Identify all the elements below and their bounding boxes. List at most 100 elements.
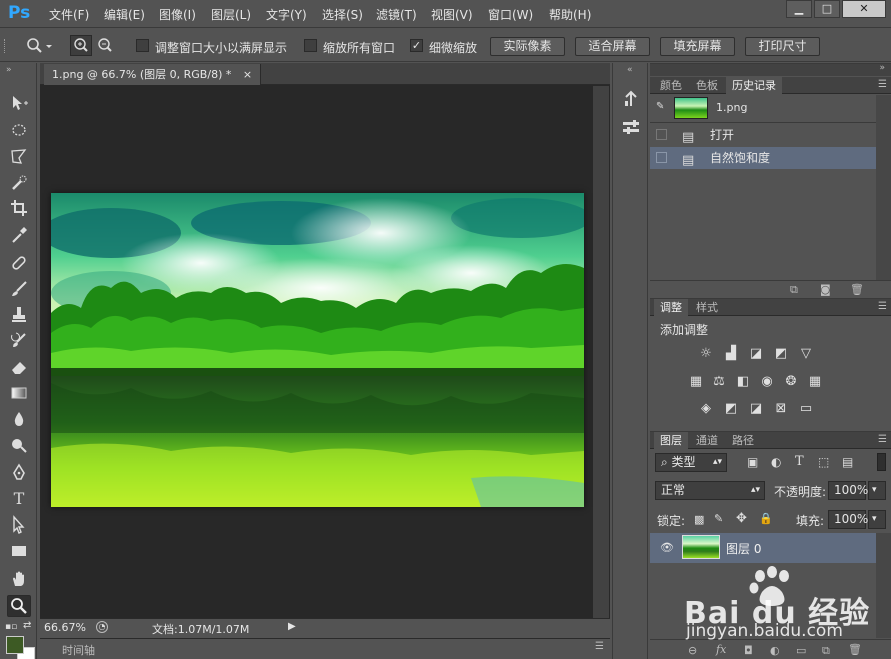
collapse-toolbar-icon[interactable]: » (6, 65, 12, 75)
new-layer-icon[interactable]: ⧉ (822, 644, 830, 658)
fill-slider-toggle-icon[interactable]: ▾ (868, 510, 886, 529)
history-source-checkbox[interactable] (656, 129, 667, 140)
delete-state-trash-icon[interactable]: 🗑 (850, 283, 864, 296)
scrubby-zoom-checkbox[interactable]: ✓ (410, 39, 423, 52)
filter-adjustment-icon[interactable]: ◐ (771, 455, 781, 469)
filter-shape-icon[interactable]: ⬚ (818, 455, 829, 469)
new-snapshot-camera-icon[interactable]: ◙ (820, 283, 831, 296)
blur-tool-icon[interactable] (8, 409, 30, 429)
eyedropper-tool-icon[interactable] (8, 225, 30, 245)
lock-image-brush-icon[interactable]: ✎ (714, 512, 723, 525)
zoom-tool-icon[interactable] (7, 595, 31, 617)
menu-type[interactable]: 文字(Y) (266, 6, 307, 23)
layer-visibility-eye-icon[interactable]: 👁 (660, 541, 674, 554)
invert-icon[interactable]: ◈ (698, 401, 714, 417)
brush-tool-icon[interactable] (8, 279, 30, 299)
color-balance-icon[interactable]: ⚖ (711, 374, 727, 390)
menu-layer[interactable]: 图层(L) (211, 6, 251, 23)
swap-colors-icon[interactable]: ⇄ (23, 620, 31, 631)
zoom-level[interactable]: 66.67% (44, 621, 86, 634)
fit-screen-button[interactable]: 适合屏幕 (575, 37, 650, 56)
maximize-button[interactable]: □ (814, 0, 840, 18)
tab-history[interactable]: 历史记录 (726, 77, 782, 94)
tab-adjustments[interactable]: 调整 (654, 299, 688, 316)
tab-swatches[interactable]: 色板 (690, 77, 724, 94)
menu-window[interactable]: 窗口(W) (488, 6, 533, 23)
brightness-contrast-icon[interactable]: ☼ (698, 346, 714, 362)
clone-stamp-tool-icon[interactable] (8, 305, 30, 325)
history-source-brush-icon[interactable]: ✎ (656, 101, 664, 112)
filter-pixel-icon[interactable]: ▣ (747, 455, 758, 469)
tab-channels[interactable]: 通道 (690, 432, 724, 449)
gradient-tool-icon[interactable] (8, 383, 30, 403)
tab-styles[interactable]: 样式 (690, 299, 724, 316)
move-tool-icon[interactable] (8, 93, 30, 113)
zoom-all-checkbox[interactable] (304, 39, 317, 52)
vibrance-icon[interactable]: ▽ (798, 346, 814, 362)
actual-pixels-button[interactable]: 实际像素 (490, 37, 565, 56)
menu-filter[interactable]: 滤镜(T) (376, 6, 417, 23)
lock-transparent-icon[interactable]: ▩ (694, 513, 704, 526)
marquee-tool-icon[interactable] (8, 120, 30, 140)
filter-type-icon[interactable]: T (795, 454, 804, 469)
adjustments-panel-menu-icon[interactable]: ☰ (878, 301, 887, 312)
hand-tool-icon[interactable] (8, 569, 30, 589)
history-panel-menu-icon[interactable]: ☰ (878, 79, 887, 90)
filter-smart-object-icon[interactable]: ▤ (842, 455, 853, 469)
minimize-button[interactable]: ▁ (786, 0, 812, 18)
resize-windows-checkbox[interactable] (136, 39, 149, 52)
menu-select[interactable]: 选择(S) (322, 6, 363, 23)
pen-tool-icon[interactable] (8, 463, 30, 483)
healing-brush-tool-icon[interactable] (8, 253, 30, 273)
status-menu-arrow-icon[interactable]: ▶ (288, 621, 296, 632)
menu-file[interactable]: 文件(F) (49, 6, 89, 23)
eraser-tool-icon[interactable] (8, 357, 30, 377)
type-tool-icon[interactable]: T (8, 489, 30, 509)
collapse-panels-icon[interactable]: » (879, 63, 885, 73)
hue-saturation-icon[interactable]: ▦ (688, 374, 704, 390)
posterize-icon[interactable]: ◩ (723, 401, 739, 417)
curves-icon[interactable]: ◪ (748, 346, 764, 362)
new-document-from-state-icon[interactable]: ⧉ (790, 283, 798, 297)
levels-icon[interactable]: ▟ (723, 346, 739, 362)
zoom-out-icon[interactable] (95, 36, 115, 58)
status-info-icon[interactable]: ◔ (96, 621, 108, 633)
timeline-menu-icon[interactable]: ☰ (595, 641, 604, 652)
fill-input[interactable]: 100% (828, 510, 868, 529)
opacity-slider-toggle-icon[interactable]: ▾ (868, 481, 886, 500)
rectangle-tool-icon[interactable] (8, 541, 30, 561)
zoom-tool-preset-icon[interactable] (24, 36, 52, 59)
threshold-icon[interactable]: ◪ (748, 401, 764, 417)
blend-mode-select[interactable]: 正常 ▴▾ (655, 481, 765, 500)
history-state-open[interactable]: ▤ 打开 (650, 124, 876, 146)
selective-color-icon[interactable]: ⊠ (773, 401, 789, 417)
zoom-in-icon[interactable] (70, 35, 92, 56)
layers-panel-menu-icon[interactable]: ☰ (878, 434, 887, 445)
history-brush-tool-icon[interactable] (8, 331, 30, 351)
canvas-image[interactable] (51, 193, 584, 507)
photo-filter-icon[interactable]: ◉ (759, 374, 775, 390)
lock-position-move-icon[interactable]: ✥ (736, 511, 747, 526)
document-tab[interactable]: 1.png @ 66.7% (图层 0, RGB/8) * × (44, 64, 262, 85)
default-colors-icon[interactable]: ▪▫ (5, 622, 17, 632)
opacity-input[interactable]: 100% (828, 481, 868, 500)
lasso-tool-icon[interactable] (8, 146, 30, 166)
channel-mixer-icon[interactable]: ❂ (783, 374, 799, 390)
fill-screen-button[interactable]: 填充屏幕 (660, 37, 735, 56)
quick-selection-tool-icon[interactable] (8, 173, 30, 193)
tab-paths[interactable]: 路径 (726, 432, 760, 449)
properties-panel-icon[interactable] (621, 117, 641, 140)
timeline-label[interactable]: 时间轴 (62, 642, 95, 658)
foreground-color-swatch[interactable] (6, 636, 24, 654)
menu-image[interactable]: 图像(I) (159, 6, 196, 23)
menu-help[interactable]: 帮助(H) (549, 6, 591, 23)
gradient-map-icon[interactable]: ▭ (798, 401, 814, 417)
menu-view[interactable]: 视图(V) (431, 6, 473, 23)
menu-edit[interactable]: 编辑(E) (104, 6, 145, 23)
print-size-button[interactable]: 打印尺寸 (745, 37, 820, 56)
tab-layers[interactable]: 图层 (654, 432, 688, 449)
color-lookup-icon[interactable]: ▦ (807, 374, 823, 390)
crop-tool-icon[interactable] (8, 198, 30, 218)
exposure-icon[interactable]: ◩ (773, 346, 789, 362)
layer-filter-select[interactable]: ⌕ 类型 ▴▾ (655, 453, 727, 472)
